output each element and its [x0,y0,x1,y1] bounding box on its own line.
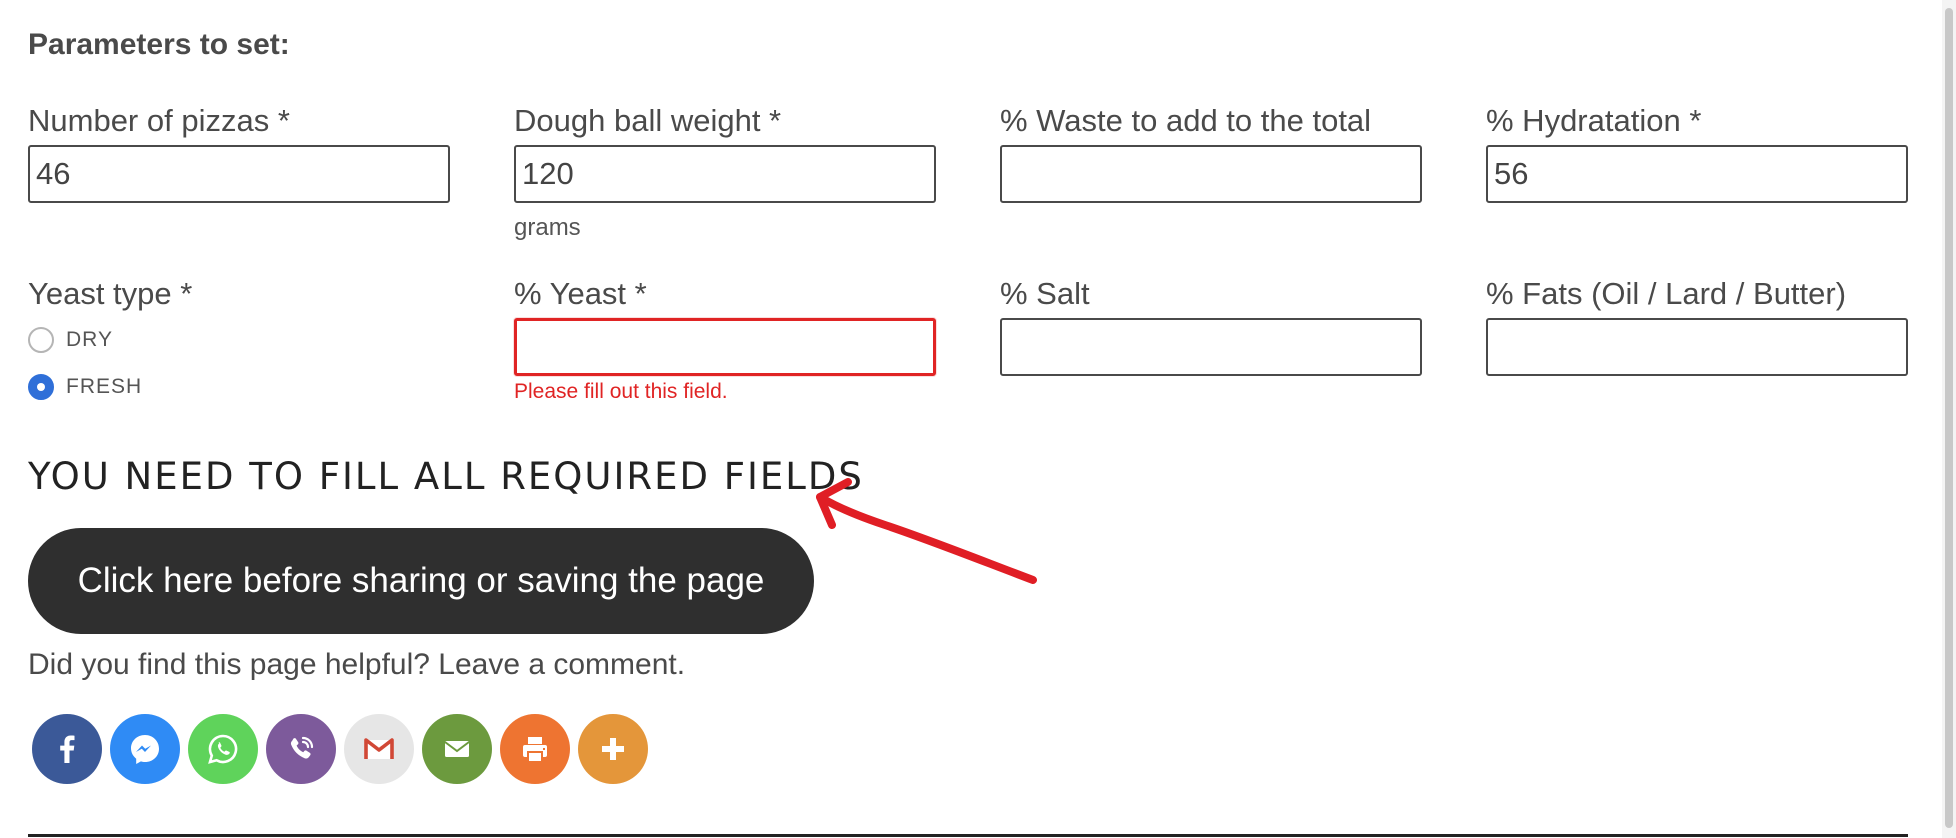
viber-icon [290,736,314,759]
email-share-button[interactable] [422,714,492,784]
fresh-radio-label: FRESH [66,375,143,398]
hydration-input[interactable] [1486,145,1908,203]
pizzas-input[interactable] [28,145,450,203]
email-icon [444,741,470,757]
more-share-button[interactable] [578,714,648,784]
yeast-type-dry-option[interactable]: DRY [28,327,113,353]
share-save-button[interactable]: Click here before sharing or saving the … [28,528,814,634]
share-buttons [32,714,648,784]
hydration-label: % Hydratation * [1486,103,1702,138]
scrollbar-thumb[interactable] [1945,8,1953,828]
print-share-button[interactable] [500,714,570,784]
fresh-radio[interactable] [28,374,54,400]
print-icon [523,737,547,763]
pizzas-label: Number of pizzas * [28,103,290,138]
whatsapp-icon [208,734,238,764]
yeast-input[interactable] [514,318,936,376]
helpful-prompt: Did you find this page helpful? Leave a … [28,648,686,681]
more-icon [602,738,624,760]
whatsapp-share-button[interactable] [188,714,258,784]
dough-weight-input[interactable] [514,145,936,203]
dry-radio[interactable] [28,327,54,353]
dough-weight-unit: grams [514,214,581,241]
viber-share-button[interactable] [266,714,336,784]
fats-label: % Fats (Oil / Lard / Butter) [1486,276,1847,311]
yeast-label: % Yeast * [514,276,647,311]
waste-input[interactable] [1000,145,1422,203]
salt-input[interactable] [1000,318,1422,376]
salt-label: % Salt [1000,276,1090,311]
annotation-arrow-icon [816,478,1037,584]
required-fields-warning: YOU NEED TO FILL ALL REQUIRED FIELDS [28,455,864,498]
yeast-type-label: Yeast type * [28,276,193,311]
yeast-type-fresh-option[interactable]: FRESH [28,374,142,400]
messenger-share-button[interactable] [110,714,180,784]
section-title: Parameters to set: [28,28,290,61]
waste-label: % Waste to add to the total [1000,103,1372,138]
messenger-icon [131,735,159,764]
dough-weight-label: Dough ball weight * [514,103,782,138]
gmail-icon [364,738,394,759]
facebook-share-button[interactable] [32,714,102,784]
dry-radio-label: DRY [66,328,113,351]
fats-input[interactable] [1486,318,1908,376]
gmail-share-button[interactable] [344,714,414,784]
facebook-icon [60,735,75,763]
yeast-error-message: Please fill out this field. [514,380,728,403]
bottom-divider [28,834,1908,837]
